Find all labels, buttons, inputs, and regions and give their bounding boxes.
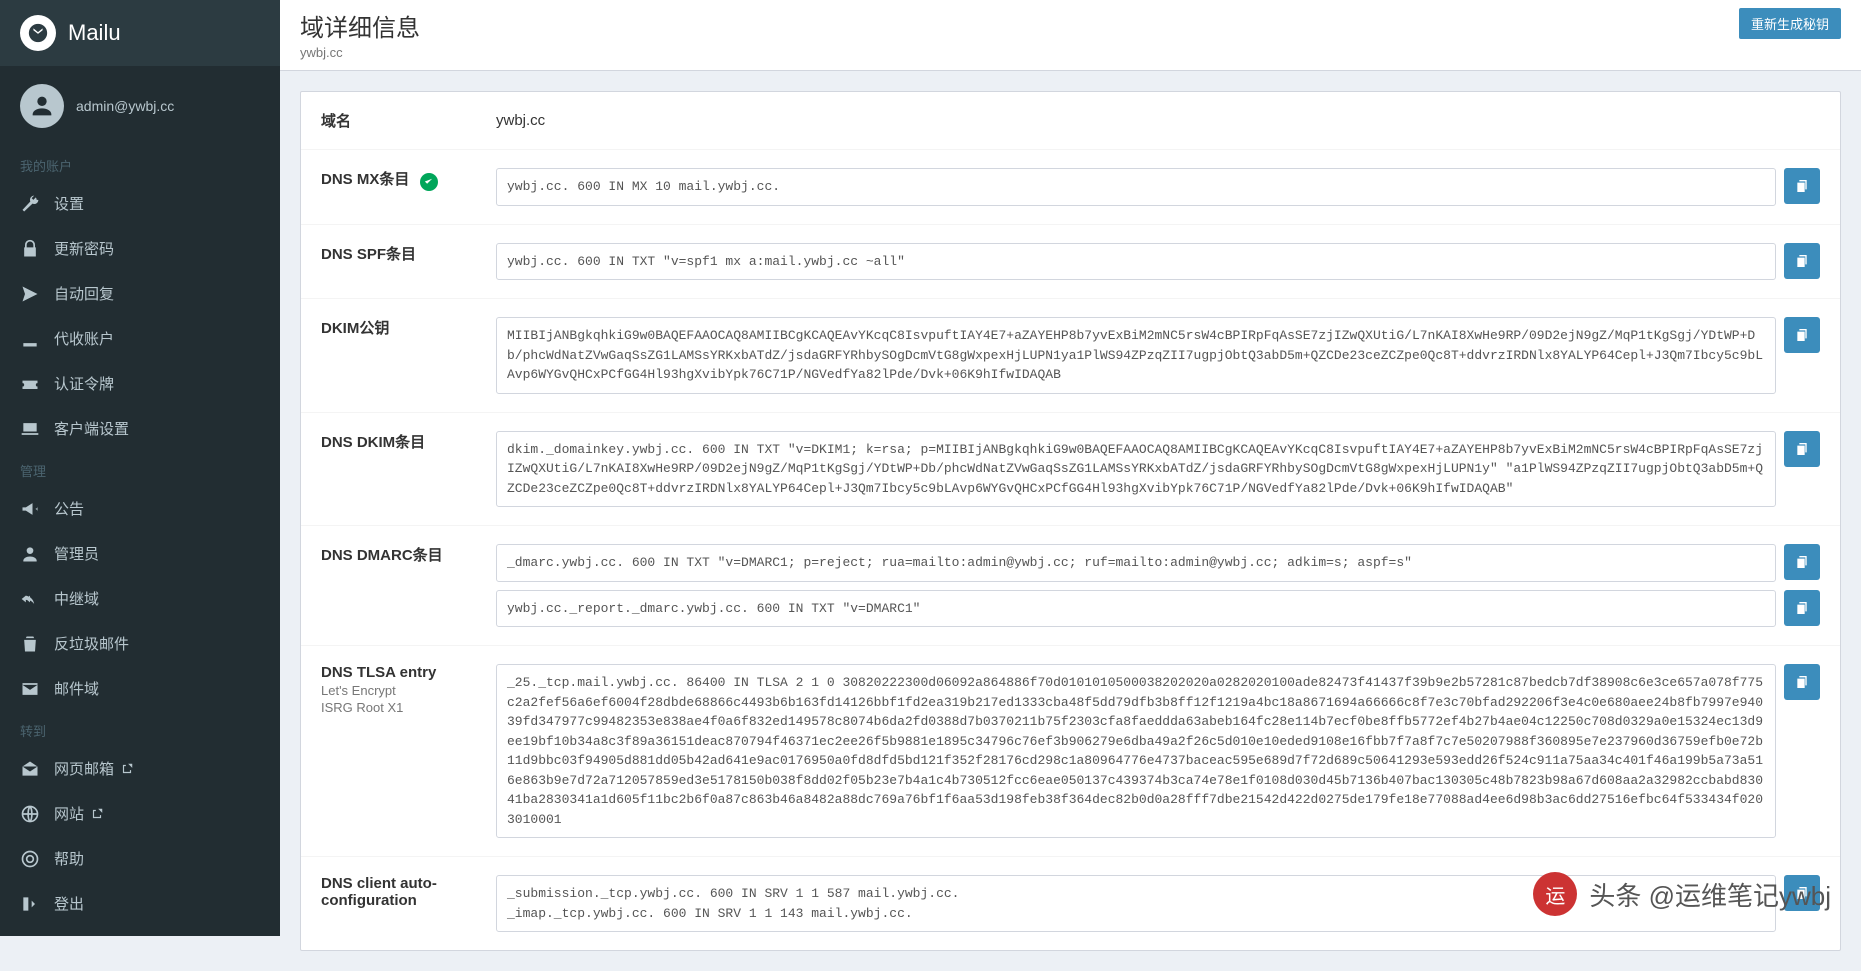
nav-antispam[interactable]: 反垃圾邮件 [0, 621, 280, 666]
dkim-pub-record[interactable]: MIIBIjANBgkqhkiG9w0BAQEFAAOCAQ8AMIIBCgKC… [496, 317, 1776, 394]
tlsa-record[interactable]: _25._tcp.mail.ywbj.cc. 86400 IN TLSA 2 1… [496, 664, 1776, 838]
nav-section-account: 我的账户 [0, 146, 280, 181]
nav-help[interactable]: 帮助 [0, 836, 280, 881]
reply-all-icon [20, 589, 40, 609]
domain-label: 域名 [321, 110, 496, 131]
copy-button[interactable] [1784, 544, 1820, 580]
domain-value: ywbj.cc [496, 110, 1820, 129]
plane-icon [20, 284, 40, 304]
nav-update-password[interactable]: 更新密码 [0, 226, 280, 271]
sign-out-icon [20, 894, 40, 914]
copy-icon [1794, 885, 1810, 901]
row-tlsa: DNS TLSA entry Let's Encrypt ISRG Root X… [301, 646, 1840, 857]
row-dkim-public-key: DKIM公钥 MIIBIjANBgkqhkiG9w0BAQEFAAOCAQ8AM… [301, 299, 1840, 413]
user-panel[interactable]: admin@ywbj.cc [0, 66, 280, 146]
nav-client-setup[interactable]: 客户端设置 [0, 406, 280, 451]
row-dmarc: DNS DMARC条目 _dmarc.ywbj.cc. 600 IN TXT "… [301, 526, 1840, 646]
nav-settings[interactable]: 设置 [0, 181, 280, 226]
nav-section-goto: 转到 [0, 711, 280, 746]
row-autoconfig: DNS client auto-configuration _submissio… [301, 857, 1840, 950]
brand[interactable]: Mailu [0, 0, 280, 66]
nav-mail-domains[interactable]: 邮件域 [0, 666, 280, 711]
nav-webmail[interactable]: 网页邮箱 [0, 746, 280, 791]
laptop-icon [20, 419, 40, 439]
envelope-open-icon [20, 759, 40, 779]
brand-logo-icon [20, 15, 56, 51]
nav-website[interactable]: 网站 [0, 791, 280, 836]
autoconf-label: DNS client auto-configuration [321, 875, 496, 909]
lock-icon [20, 239, 40, 259]
nav-logout[interactable]: 登出 [0, 881, 280, 926]
ticket-icon [20, 374, 40, 394]
wrench-icon [20, 194, 40, 214]
brand-name: Mailu [68, 20, 121, 46]
user-email: admin@ywbj.cc [76, 98, 174, 114]
mx-record[interactable]: ywbj.cc. 600 IN MX 10 mail.ywbj.cc. [496, 168, 1776, 206]
copy-button[interactable] [1784, 317, 1820, 353]
copy-icon [1794, 554, 1810, 570]
regenerate-keys-button[interactable]: 重新生成秘钥 [1739, 8, 1841, 39]
page-header: 域详细信息 ywbj.cc 重新生成秘钥 [280, 0, 1861, 71]
autoconf-record[interactable]: _submission._tcp.ywbj.cc. 600 IN SRV 1 1… [496, 875, 1776, 932]
spf-record[interactable]: ywbj.cc. 600 IN TXT "v=spf1 mx a:mail.yw… [496, 243, 1776, 281]
nav-auth-tokens[interactable]: 认证令牌 [0, 361, 280, 406]
bullhorn-icon [20, 499, 40, 519]
dkim-record[interactable]: dkim._domainkey.ywbj.cc. 600 IN TXT "v=D… [496, 431, 1776, 508]
download-icon [20, 329, 40, 349]
page-subtitle: ywbj.cc [300, 45, 420, 60]
nav-fetch-accounts[interactable]: 代收账户 [0, 316, 280, 361]
copy-icon [1794, 327, 1810, 343]
nav-auto-reply[interactable]: 自动回复 [0, 271, 280, 316]
domain-details-card: 域名 ywbj.cc DNS MX条目 ywbj.cc. 600 IN MX 1… [300, 91, 1841, 951]
page-title: 域详细信息 [300, 8, 420, 43]
row-spf: DNS SPF条目 ywbj.cc. 600 IN TXT "v=spf1 mx… [301, 225, 1840, 300]
spf-label: DNS SPF条目 [321, 243, 496, 264]
trash-icon [20, 634, 40, 654]
copy-button[interactable] [1784, 168, 1820, 204]
external-link-icon [90, 807, 104, 821]
copy-button[interactable] [1784, 590, 1820, 626]
row-dkim: DNS DKIM条目 dkim._domainkey.ywbj.cc. 600 … [301, 413, 1840, 527]
copy-button[interactable] [1784, 243, 1820, 279]
copy-icon [1794, 441, 1810, 457]
copy-icon [1794, 253, 1810, 269]
row-domain: 域名 ywbj.cc [301, 92, 1840, 150]
copy-button[interactable] [1784, 664, 1820, 700]
nav-section-manage: 管理 [0, 451, 280, 486]
copy-button[interactable] [1784, 875, 1820, 911]
check-circle-icon [420, 173, 438, 191]
nav-administrators[interactable]: 管理员 [0, 531, 280, 576]
external-link-icon [120, 762, 134, 776]
envelope-icon [20, 679, 40, 699]
globe-icon [20, 804, 40, 824]
sidebar: Mailu admin@ywbj.cc 我的账户 设置 更新密码 自动回复 代收… [0, 0, 280, 936]
tlsa-label: DNS TLSA entry Let's Encrypt ISRG Root X… [321, 664, 496, 715]
user-avatar-icon [20, 84, 64, 128]
dmarc-record-1[interactable]: _dmarc.ywbj.cc. 600 IN TXT "v=DMARC1; p=… [496, 544, 1776, 582]
dmarc-label: DNS DMARC条目 [321, 544, 496, 565]
copy-icon [1794, 674, 1810, 690]
dkim-pub-label: DKIM公钥 [321, 317, 496, 338]
dkim-label: DNS DKIM条目 [321, 431, 496, 452]
user-icon [20, 544, 40, 564]
row-mx: DNS MX条目 ywbj.cc. 600 IN MX 10 mail.ywbj… [301, 150, 1840, 225]
nav-announcement[interactable]: 公告 [0, 486, 280, 531]
dmarc-record-2[interactable]: ywbj.cc._report._dmarc.ywbj.cc. 600 IN T… [496, 590, 1776, 628]
copy-icon [1794, 600, 1810, 616]
copy-icon [1794, 178, 1810, 194]
mx-label: DNS MX条目 [321, 168, 496, 191]
copy-button[interactable] [1784, 431, 1820, 467]
nav-relay-domains[interactable]: 中继域 [0, 576, 280, 621]
main: 域详细信息 ywbj.cc 重新生成秘钥 域名 ywbj.cc DNS MX条目… [280, 0, 1861, 971]
life-ring-icon [20, 849, 40, 869]
